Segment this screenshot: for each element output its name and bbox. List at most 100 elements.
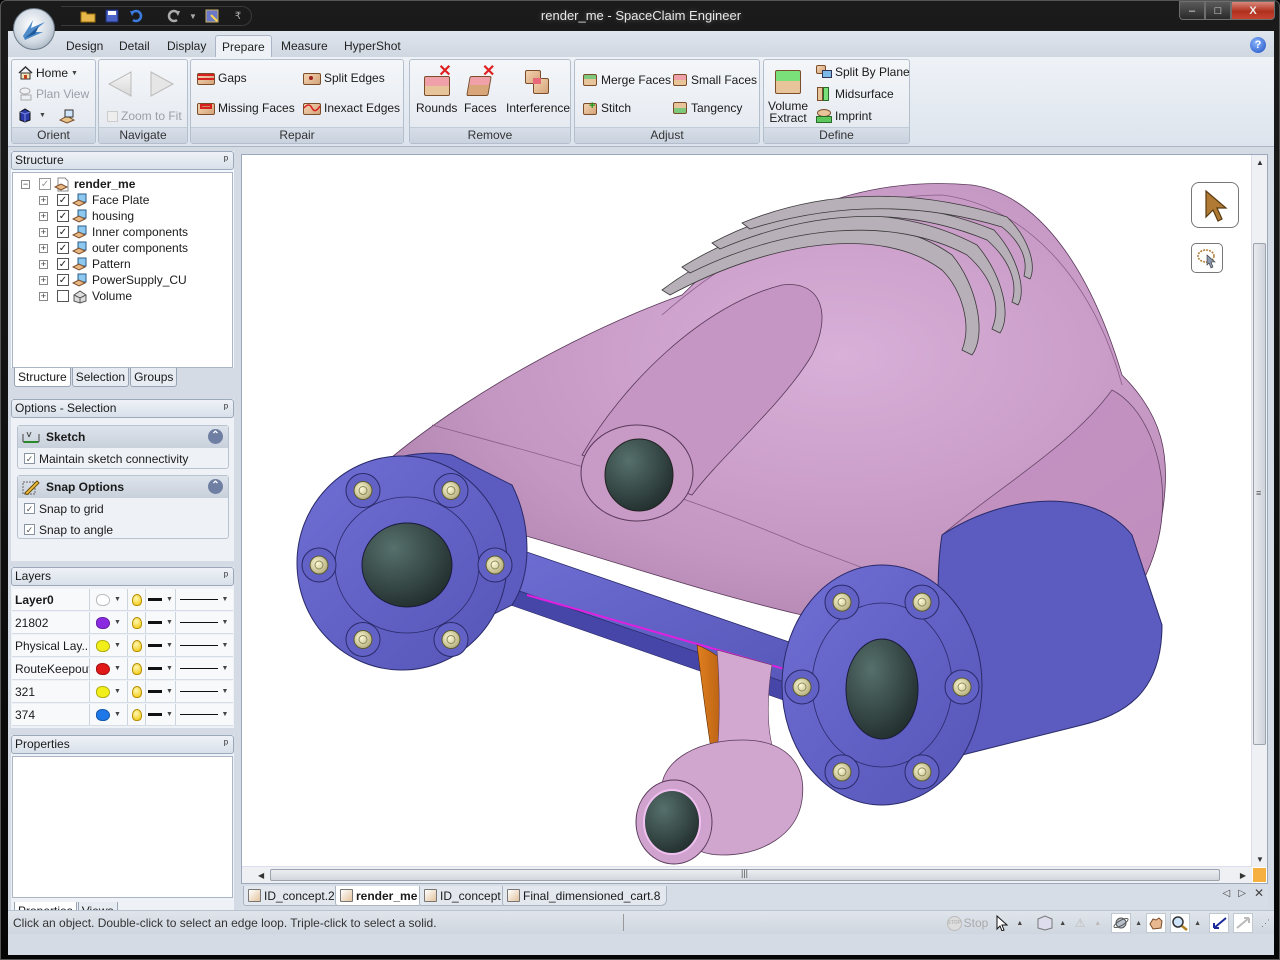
stop-button[interactable]: STOP Stop [946, 913, 988, 933]
select-mode-button[interactable] [992, 913, 1012, 933]
tree-checkbox[interactable]: ✓ [57, 194, 69, 206]
layer-row[interactable]: Layer0 ▼ ▼ ▼ [12, 589, 233, 611]
collapse-sketch-icon[interactable]: ⌃ [208, 429, 223, 444]
minimize-button[interactable]: – [1179, 1, 1205, 20]
line-style-picker[interactable]: ▼ [176, 681, 232, 702]
layer-visibility-toggle[interactable] [128, 704, 146, 725]
expand-icon[interactable]: + [39, 259, 48, 269]
doc-tab-id-concept[interactable]: ID_concept [419, 886, 508, 906]
zoom-to-fit-button[interactable]: Zoom to Fit [107, 109, 182, 123]
doc-tab-id-concept-2[interactable]: ID_concept.2 [243, 886, 342, 906]
stitch-button[interactable]: + Stitch [583, 100, 631, 116]
line-weight-picker[interactable]: ▼ [146, 635, 176, 656]
line-weight-picker[interactable]: ▼ [146, 589, 176, 610]
line-weight-picker[interactable]: ▼ [146, 704, 176, 725]
tree-checkbox[interactable]: ✓ [57, 274, 69, 286]
interference-button[interactable]: Interference [506, 68, 570, 114]
layer-color-picker[interactable]: ▼ [90, 612, 128, 633]
doc-tab-final-dimensioned-cart-8[interactable]: Final_dimensioned_cart.8 [502, 886, 668, 906]
tangency-button[interactable]: Tangency [673, 100, 742, 116]
close-button[interactable]: X [1231, 1, 1275, 20]
layer-visibility-toggle[interactable] [128, 681, 146, 702]
previous-view-button[interactable] [107, 70, 133, 98]
3d-model[interactable] [242, 155, 1252, 867]
tree-item[interactable]: + Volume [39, 288, 132, 304]
snap-to-angle-option[interactable]: ✓ Snap to angle [18, 519, 228, 540]
tree-checkbox[interactable]: ✓ [57, 210, 69, 222]
tree-checkbox[interactable]: ✓ [57, 226, 69, 238]
layer-name[interactable]: 21802 [12, 612, 90, 633]
pan-button[interactable] [1146, 913, 1167, 933]
layer-name[interactable]: 321 [12, 681, 90, 702]
tab-prepare[interactable]: Prepare [215, 35, 272, 57]
missing-faces-button[interactable]: Missing Faces [197, 100, 295, 116]
plan-view-button[interactable]: Plan View [18, 87, 89, 101]
scroll-down-icon[interactable]: ▼ [1256, 855, 1264, 864]
help-button[interactable]: ? [1250, 37, 1266, 53]
line-style-picker[interactable]: ▼ [176, 635, 232, 656]
tab-prev-icon[interactable]: ◁ [1223, 888, 1231, 900]
home-dropdown-icon[interactable]: ▼ [71, 70, 78, 77]
next-view-button[interactable] [149, 70, 175, 98]
vertical-scroll-thumb[interactable]: ≡ [1253, 243, 1266, 745]
layer-color-picker[interactable]: ▼ [90, 589, 128, 610]
snap-to-angle-checkbox[interactable]: ✓ [24, 524, 35, 535]
expand-icon[interactable]: + [39, 243, 48, 253]
tree-item[interactable]: + ✓ PowerSupply_CU [39, 272, 187, 288]
warnings-button[interactable]: ⚠ [1070, 913, 1090, 933]
section-view-button[interactable] [1035, 913, 1055, 933]
pin-icon[interactable]: ᵖ [224, 152, 228, 169]
layer-row[interactable]: Physical Lay... ▼ ▼ ▼ [12, 635, 233, 657]
tree-checkbox[interactable]: ✓ [57, 258, 69, 270]
vertical-scrollbar[interactable]: ▲ ≡ ▼ [1251, 155, 1267, 867]
layer-name[interactable]: RouteKeepout [12, 658, 90, 679]
snap-options-header[interactable]: Snap Options ⌃ [18, 476, 228, 498]
tree-checkbox[interactable]: ✓ [57, 242, 69, 254]
line-weight-picker[interactable]: ▼ [146, 612, 176, 633]
zoom-dropdown[interactable]: ▲ [1194, 920, 1201, 927]
view-cube-button[interactable]: ▼ [18, 108, 46, 123]
layer-visibility-toggle[interactable] [128, 612, 146, 633]
pin-icon[interactable]: ᵖ [224, 736, 228, 753]
maximize-button[interactable]: □ [1205, 1, 1231, 20]
line-weight-picker[interactable]: ▼ [146, 658, 176, 679]
scroll-right-icon[interactable]: ▶ [1240, 871, 1246, 880]
pin-icon[interactable]: ᵖ [224, 568, 228, 585]
layer-row[interactable]: RouteKeepout ▼ ▼ ▼ [12, 658, 233, 680]
tab-hypershot[interactable]: HyperShot [338, 35, 407, 57]
imprint-button[interactable]: Imprint [816, 108, 872, 124]
split-edges-button[interactable]: Split Edges [303, 70, 385, 86]
layer-row[interactable]: 321 ▼ ▼ ▼ [12, 681, 233, 703]
3d-viewport[interactable]: ▲ ≡ ▼ ◀ ||| ▶ [241, 154, 1268, 884]
tab-groups[interactable]: Groups [130, 368, 178, 387]
tree-item[interactable]: + ✓ housing [39, 208, 134, 224]
snap-to-grid-option[interactable]: ✓ Snap to grid [18, 498, 228, 519]
tab-design[interactable]: Design [60, 35, 109, 57]
line-style-picker[interactable]: ▼ [176, 658, 232, 679]
pin-icon[interactable]: ᵖ [224, 400, 228, 417]
layer-color-picker[interactable]: ▼ [90, 635, 128, 656]
scroll-left-icon[interactable]: ◀ [258, 871, 264, 880]
doc-tab-render-me[interactable]: render_me [335, 886, 425, 906]
gaps-button[interactable]: Gaps [197, 70, 247, 86]
tree-checkbox[interactable] [57, 290, 69, 302]
layer-color-picker[interactable]: ▼ [90, 681, 128, 702]
warnings-dropdown[interactable]: ▲ [1094, 920, 1101, 927]
tab-close-icon[interactable]: ✕ [1254, 886, 1264, 900]
zoom-button[interactable] [1170, 913, 1191, 933]
maintain-connectivity-option[interactable]: ✓ Maintain sketch connectivity [18, 448, 228, 469]
tree-item[interactable]: + ✓ Pattern [39, 256, 131, 272]
home-button[interactable]: Home ▼ [18, 66, 78, 80]
faces-button[interactable]: ✕ Faces [464, 64, 497, 115]
snap-to-grid-checkbox[interactable]: ✓ [24, 503, 35, 514]
line-style-picker[interactable]: ▼ [176, 612, 232, 633]
midsurface-button[interactable]: Midsurface [816, 86, 894, 102]
small-faces-button[interactable]: Small Faces [673, 72, 757, 88]
tree-item[interactable]: + ✓ Inner components [39, 224, 188, 240]
layer-name[interactable]: Layer0 [12, 589, 90, 610]
inexact-edges-button[interactable]: Inexact Edges [303, 100, 400, 116]
split-by-plane-button[interactable]: Split By Plane [816, 64, 910, 80]
merge-faces-button[interactable]: Merge Faces [583, 72, 671, 88]
layer-name[interactable]: Physical Lay... [12, 635, 90, 656]
lasso-select-button[interactable] [1191, 243, 1223, 273]
